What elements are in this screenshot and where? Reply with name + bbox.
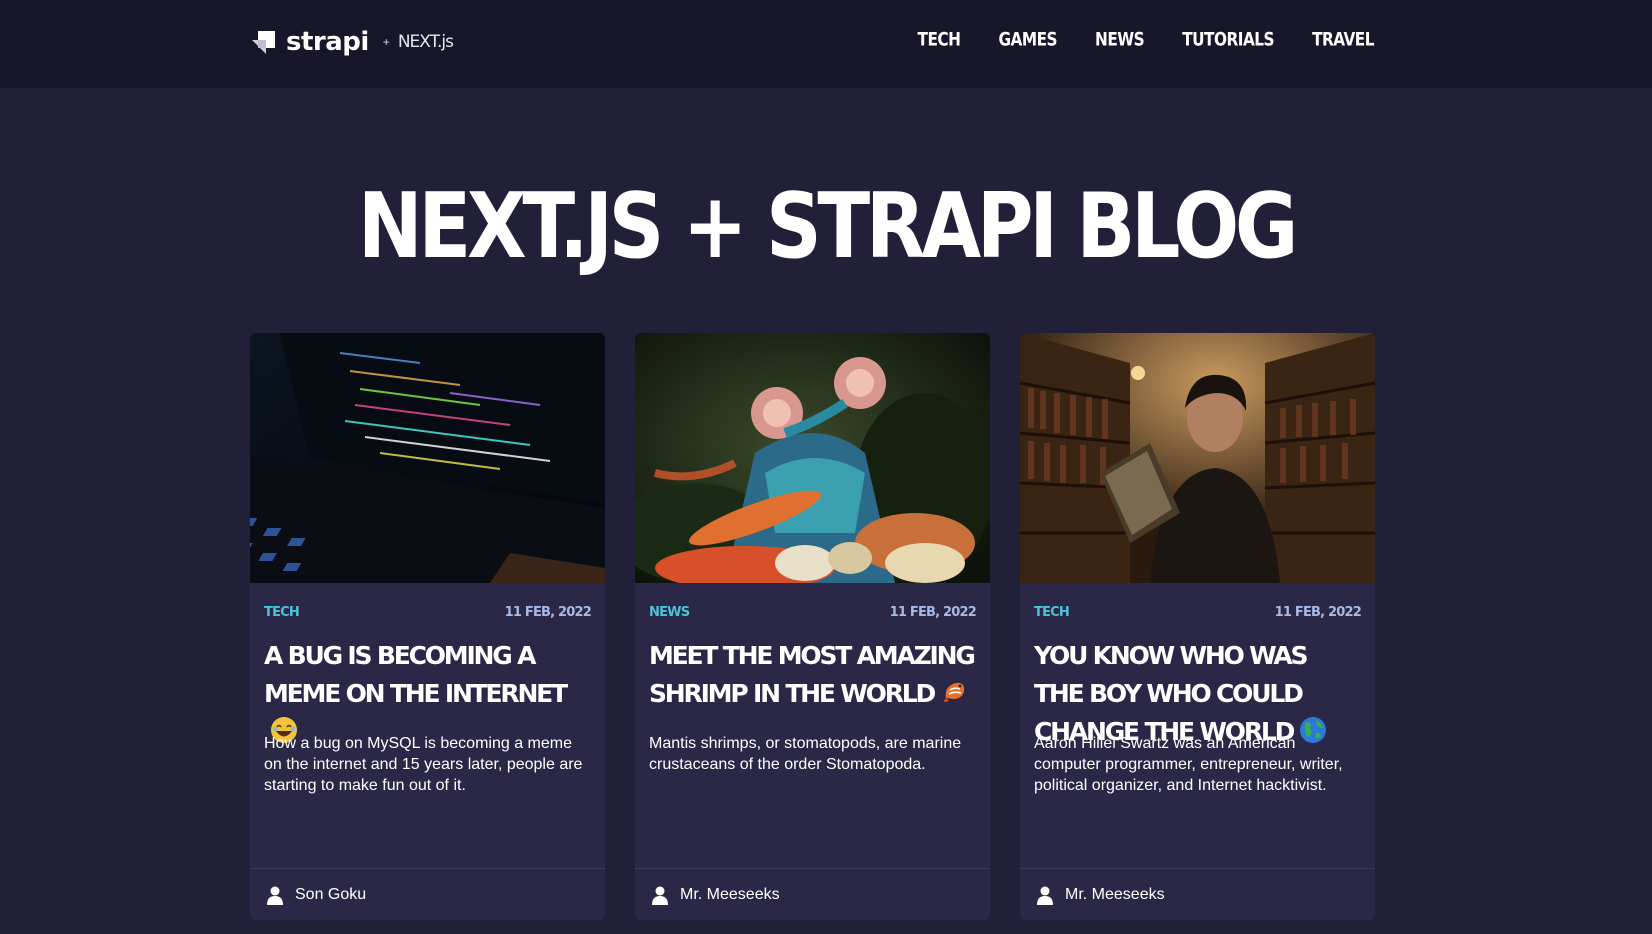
nav-item-news[interactable]: NEWS	[1095, 29, 1145, 51]
article-description: Mantis shrimps, or stomatopods, are mari…	[649, 735, 962, 773]
strapi-logo-icon	[252, 31, 275, 54]
article-meta: TECH 11 FEB, 2022	[264, 605, 592, 620]
article-title[interactable]: MEET THE MOST AMAZING SHRIMP IN THE WORL…	[649, 637, 976, 713]
author-name: Son Goku	[295, 885, 367, 903]
nav-item-tech[interactable]: TECH	[918, 29, 961, 51]
article-card[interactable]: NEWS 11 FEB, 2022 MEET THE MOST AMAZING …	[635, 333, 990, 920]
article-category[interactable]: TECH	[1034, 605, 1070, 620]
article-date: 11 FEB, 2022	[1274, 605, 1362, 620]
article-card[interactable]: TECH 11 FEB, 2022 A BUG IS BECOMING A ME…	[250, 333, 605, 920]
article-title-text: MEET THE MOST AMAZING SHRIMP IN THE WORL…	[649, 641, 976, 708]
article-description: How a bug on MySQL is becoming a meme on…	[264, 735, 583, 794]
article-author: Son Goku	[250, 868, 605, 920]
user-icon	[267, 886, 283, 905]
category-nav: TECH GAMES NEWS TUTORIALS TRAVEL	[918, 29, 1375, 51]
library-portrait-image	[1020, 333, 1375, 583]
article-title-text: A BUG IS BECOMING A MEME ON THE INTERNET	[264, 641, 568, 708]
article-card[interactable]: TECH 11 FEB, 2022 YOU KNOW WHO WAS THE B…	[1020, 333, 1375, 920]
nav-item-tutorials[interactable]: TUTORIALS	[1182, 29, 1274, 51]
article-meta: TECH 11 FEB, 2022	[1034, 605, 1362, 620]
laptop-code-image	[250, 333, 605, 583]
author-name: Mr. Meeseeks	[1065, 885, 1165, 903]
user-icon	[652, 886, 668, 905]
article-author: Mr. Meeseeks	[1020, 868, 1375, 920]
article-date: 11 FEB, 2022	[504, 605, 592, 620]
site-logo[interactable]: strapi + NEXT.js	[250, 22, 454, 62]
article-category[interactable]: NEWS	[649, 605, 690, 620]
logo-plus-text: +	[382, 35, 390, 49]
logo-strapi-text: strapi	[286, 27, 369, 57]
mantis-shrimp-image	[635, 333, 990, 583]
article-date: 11 FEB, 2022	[889, 605, 977, 620]
nav-item-travel[interactable]: TRAVEL	[1312, 29, 1374, 51]
article-title-text: YOU KNOW WHO WAS THE BOY WHO COULD CHANG…	[1034, 641, 1309, 746]
article-grid: TECH 11 FEB, 2022 A BUG IS BECOMING A ME…	[250, 333, 1375, 920]
article-description: Aaron Hillel Swartz was an American comp…	[1034, 735, 1343, 794]
nav-item-games[interactable]: GAMES	[998, 29, 1057, 51]
logo-next-text: NEXT.js	[397, 32, 454, 52]
user-icon	[1037, 886, 1053, 905]
page-title: NEXT.JS + STRAPI BLOG	[357, 174, 1298, 279]
shrimp-emoji-icon	[942, 682, 965, 703]
top-navigation-bar: strapi + NEXT.js TECH GAMES NEWS TUTORIA…	[0, 0, 1652, 88]
author-name: Mr. Meeseeks	[680, 885, 780, 903]
article-meta: NEWS 11 FEB, 2022	[649, 605, 977, 620]
article-category[interactable]: TECH	[264, 605, 300, 620]
article-author: Mr. Meeseeks	[635, 868, 990, 920]
